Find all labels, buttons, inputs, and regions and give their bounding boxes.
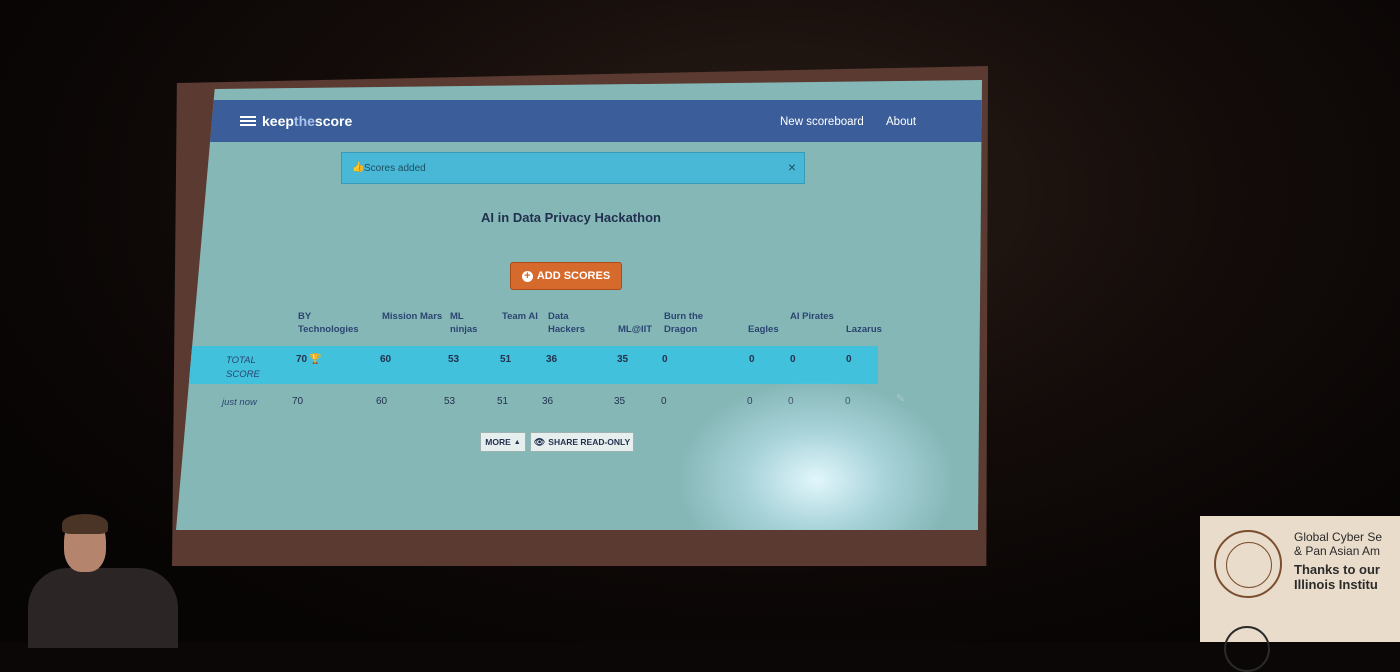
university-seal-icon (1214, 530, 1282, 598)
success-alert: 👍 Scores added × (341, 152, 805, 184)
add-scores-label: ADD SCORES (536, 270, 611, 282)
plus-circle-icon: + (521, 270, 533, 282)
brand-logo[interactable]: keepthescore (240, 113, 352, 129)
pencil-icon[interactable]: ✎ (896, 392, 905, 405)
banner-line: Thanks to our (1294, 562, 1380, 577)
menu-lines-icon (240, 115, 256, 127)
total-value: 70 (296, 354, 308, 365)
light-glare (676, 380, 956, 530)
entry-cell: 60 (376, 396, 388, 407)
entry-cell: 53 (444, 396, 456, 407)
team-header: ML@IIT (618, 324, 653, 335)
total-score-cell: 35 (617, 354, 629, 365)
scoreboard-title: AI in Data Privacy Hackathon (481, 210, 661, 225)
projected-screen: keepthescore New scoreboard About 👍 Scor… (176, 80, 982, 530)
banner-line: Illinois Institu (1294, 577, 1378, 592)
total-score-cell: 0 (662, 354, 668, 365)
team-header: Mission Mars (382, 311, 443, 322)
entry-cell: 70 (292, 396, 304, 407)
team-header: ML ninjas (450, 311, 478, 335)
total-score-cell: 70 🏆 (296, 354, 322, 365)
more-label: MORE (485, 437, 511, 447)
close-icon[interactable]: × (788, 159, 796, 175)
team-header: AI Pirates (790, 311, 834, 322)
nav-about[interactable]: About (886, 116, 916, 128)
total-score-cell: 36 (546, 354, 558, 365)
entry-cell: 0 (661, 396, 667, 407)
logo-seal-icon (1224, 626, 1270, 672)
entry-time-label: just now (222, 397, 257, 408)
total-score-row (182, 346, 878, 384)
brand-accent: the (293, 113, 315, 129)
total-score-cell: 0 (790, 354, 796, 365)
team-header: BY Technologies (298, 311, 359, 335)
total-score-label: TOTAL SCORE (226, 355, 260, 380)
team-header: Team AI (502, 311, 538, 322)
more-button[interactable]: MORE ▲ (480, 432, 526, 452)
total-score-cell: 0 (749, 354, 755, 365)
nav-new-scoreboard[interactable]: New scoreboard (780, 116, 864, 128)
eye-icon: 👁 (533, 436, 546, 447)
entry-cell: 51 (497, 396, 509, 407)
team-header: Lazarus (846, 324, 882, 335)
banner-line: Global Cyber Se (1294, 530, 1383, 544)
team-header: Eagles (748, 324, 779, 335)
brand-suffix: score (314, 113, 353, 129)
total-score-cell: 60 (380, 354, 392, 365)
total-score-cell: 51 (500, 354, 512, 365)
total-score-cell: 53 (448, 354, 460, 365)
total-score-cell: 0 (846, 354, 852, 365)
thumbs-up-icon: 👍 (352, 162, 365, 173)
entry-cell: 0 (788, 396, 794, 407)
navbar: keepthescore New scoreboard About (176, 100, 982, 142)
presenter-silhouette (28, 514, 178, 648)
entry-cell: 0 (747, 396, 753, 407)
alert-message: Scores added (364, 163, 426, 174)
brand-prefix: keep (262, 113, 294, 129)
sponsor-banner: Global Cyber Se & Pan Asian Am Thanks to… (1200, 516, 1400, 672)
banner-line: & Pan Asian Am (1294, 544, 1381, 558)
share-label: SHARE READ-ONLY (548, 437, 631, 447)
entry-cell: 36 (542, 396, 554, 407)
add-scores-button[interactable]: + ADD SCORES (510, 262, 622, 290)
trophy-icon: 🏆 (309, 354, 322, 365)
entry-cell: 35 (614, 396, 626, 407)
entry-cell: 0 (845, 396, 851, 407)
share-read-only-button[interactable]: 👁 SHARE READ-ONLY (530, 432, 634, 452)
caret-up-icon: ▲ (513, 438, 521, 446)
team-header: Burn the Dragon (664, 311, 704, 335)
team-header: Data Hackers (548, 311, 585, 335)
